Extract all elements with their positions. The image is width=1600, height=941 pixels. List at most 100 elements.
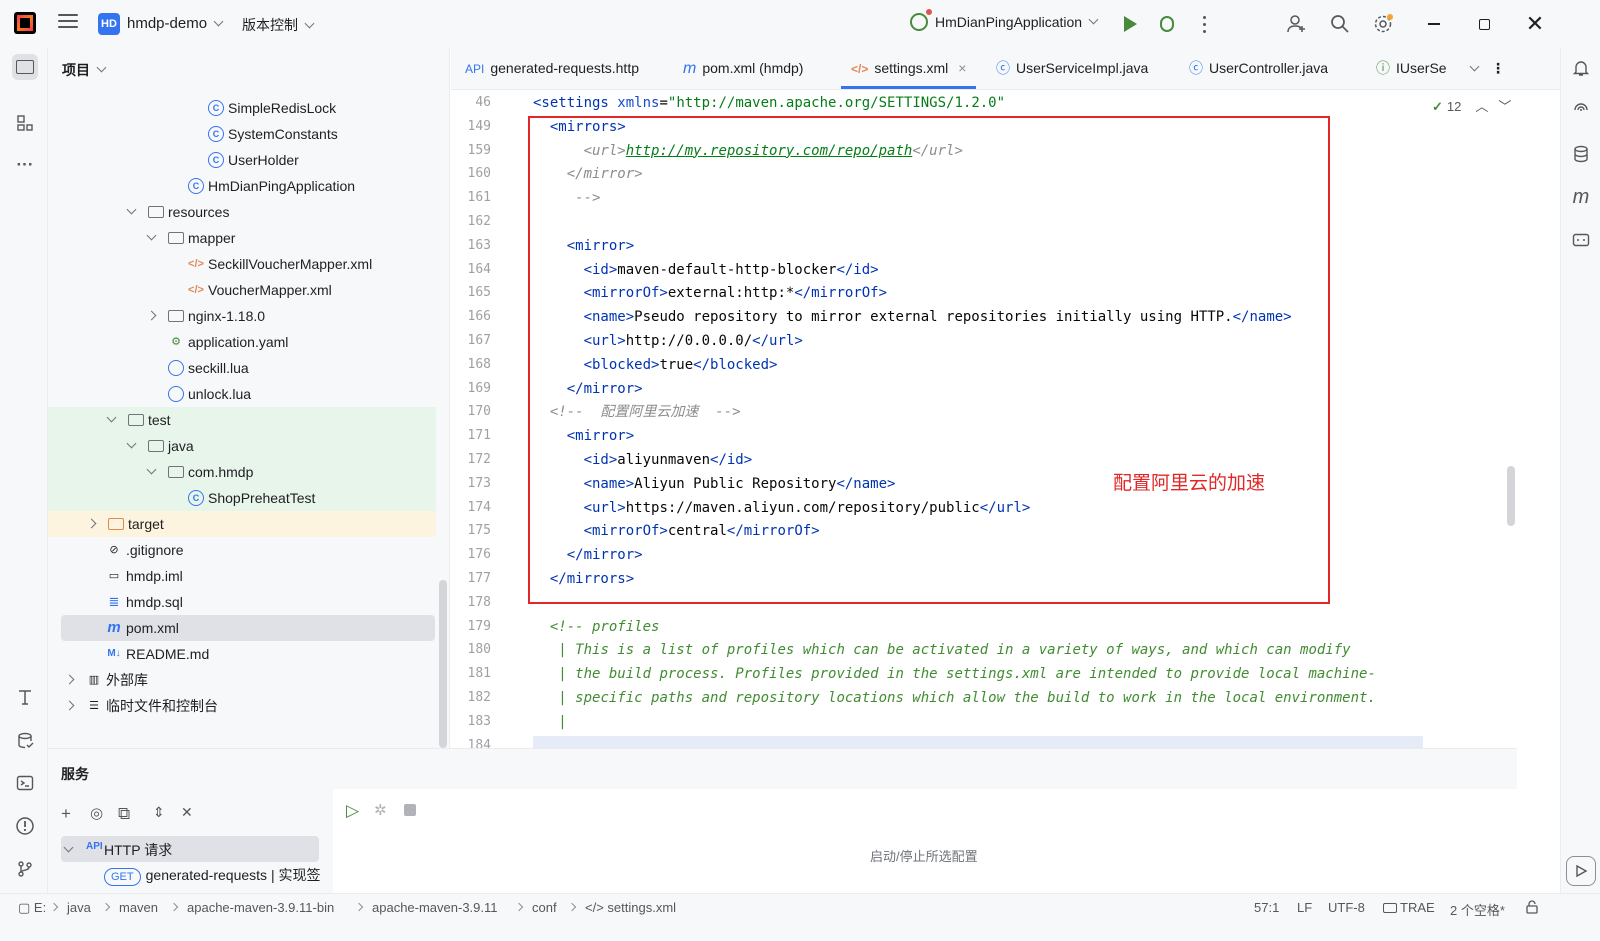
tree-item[interactable]: C SimpleRedisLock <box>48 95 436 121</box>
intellij-logo-icon[interactable] <box>14 12 36 34</box>
tree-item[interactable]: C SystemConstants <box>48 121 436 147</box>
tab-userserviceimpl[interactable]: ⓒ UserServiceImpl.java <box>996 48 1148 89</box>
file-encoding[interactable]: UTF-8 <box>1328 900 1365 915</box>
structure-tool-button[interactable] <box>12 110 38 136</box>
tab-iuserservice[interactable]: ⓘ IUserSe <box>1376 48 1447 89</box>
code-line[interactable]: <mirror> <box>533 424 634 448</box>
tree-item[interactable]: target <box>48 511 436 537</box>
code-line[interactable]: <mirrors> <box>533 115 626 139</box>
main-menu-icon[interactable] <box>58 14 78 32</box>
code-line[interactable]: <mirrorOf>central</mirrorOf> <box>533 519 820 543</box>
project-scrollbar[interactable] <box>439 580 447 748</box>
expand-all-icon[interactable]: ⇕ <box>153 804 165 821</box>
indent-setting[interactable]: 2 个空格* <box>1450 900 1505 919</box>
code-line[interactable]: <settings xmlns="http://maven.apache.org… <box>533 91 1005 115</box>
editor-scrollbar[interactable] <box>1507 466 1515 526</box>
database-icon[interactable] <box>1569 142 1593 166</box>
request-item[interactable]: GET generated-requests | 实现签 <box>104 865 333 891</box>
new-group-icon[interactable]: ⧉ <box>118 804 130 824</box>
code-line[interactable]: --> <box>533 186 600 210</box>
inspection-widget[interactable]: ✓ 12 ︿ ﹀ <box>1432 96 1511 115</box>
chevron-right-icon[interactable] <box>64 700 75 711</box>
maximize-button[interactable] <box>1472 12 1496 36</box>
search-icon[interactable] <box>1328 12 1352 36</box>
cursor-position[interactable]: 57:1 <box>1254 900 1279 915</box>
tree-item[interactable]: C HmDianPingApplication <box>48 173 436 199</box>
lock-icon[interactable] <box>1525 900 1539 917</box>
tree-item[interactable]: </> SeckillVoucherMapper.xml <box>48 251 436 277</box>
debug-button[interactable] <box>1155 12 1179 36</box>
code-line[interactable]: <!-- profiles <box>533 615 660 639</box>
tree-item[interactable]: test <box>48 407 436 433</box>
http-requests-group[interactable]: API HTTP 请求 <box>61 836 319 862</box>
run-button[interactable] <box>1118 12 1142 36</box>
text-tool-icon[interactable] <box>12 684 38 710</box>
close-tab-icon[interactable]: × <box>958 60 966 76</box>
add-user-icon[interactable] <box>1285 12 1309 36</box>
code-line[interactable]: <!-- 配置阿里云加速 --> <box>533 400 741 424</box>
chevron-down-icon[interactable] <box>106 412 117 423</box>
project-panel-header[interactable]: 项目 <box>48 48 449 92</box>
chevron-right-icon[interactable] <box>86 518 97 529</box>
code-line[interactable]: <url>http://my.repository.com/repo/path<… <box>533 139 963 163</box>
terminal-icon[interactable] <box>12 770 38 796</box>
tree-item[interactable]: ⚙ application.yaml <box>48 329 436 355</box>
code-line[interactable]: <blocked>true</blocked> <box>533 353 778 377</box>
tab-usercontroller[interactable]: ⓒ UserController.java <box>1189 48 1328 89</box>
plugin-widget[interactable]: TRAE <box>1383 900 1435 915</box>
tree-item[interactable]: mapper <box>48 225 436 251</box>
run-tool-icon[interactable] <box>1566 856 1596 886</box>
code-line[interactable]: <id>maven-default-http-blocker</id> <box>533 258 879 282</box>
chevron-down-icon[interactable] <box>126 204 137 215</box>
run-service-icon[interactable]: ▷ <box>346 801 359 821</box>
tab-list-dropdown[interactable] <box>1463 48 1480 89</box>
tree-item[interactable]: C ShopPreheatTest <box>48 485 436 511</box>
project-switcher[interactable]: hmdp-demo <box>127 15 224 32</box>
code-line[interactable]: </mirror> <box>533 377 643 401</box>
tree-item[interactable]: ▥ 外部库 <box>48 667 436 693</box>
tree-item[interactable]: m pom.xml <box>61 615 435 641</box>
project-badge[interactable]: HD <box>98 13 120 35</box>
code-line[interactable]: <url>http://0.0.0.0/</url> <box>533 329 803 353</box>
chevron-right-icon[interactable] <box>146 310 157 321</box>
tree-item[interactable]: ☰ 临时文件和控制台 <box>48 693 436 719</box>
code-line[interactable]: <name>Aliyun Public Repository</name> <box>533 472 896 496</box>
endpoints-icon[interactable] <box>1569 228 1593 252</box>
maven-tool-icon[interactable]: m <box>1569 185 1593 209</box>
code-line[interactable]: </mirrors> <box>533 567 634 591</box>
notifications-bell-icon[interactable] <box>1569 56 1593 80</box>
breadcrumb-item[interactable]: conf <box>532 900 557 915</box>
line-separator[interactable]: LF <box>1297 900 1312 915</box>
add-service-icon[interactable]: + <box>61 804 71 824</box>
ai-assistant-icon[interactable] <box>1569 98 1593 122</box>
code-editor[interactable]: 46 149 159 160 161 162 163 164 165 166 167 168 169 17… <box>451 90 1507 748</box>
tab-generated-requests[interactable]: API generated-requests.http <box>465 48 639 89</box>
vcs-menu[interactable]: 版本控制 <box>242 15 315 35</box>
tree-item[interactable]: ≣ hmdp.sql <box>48 589 436 615</box>
code-line[interactable]: | the build process. Profiles provided i… <box>533 662 1376 686</box>
tree-item[interactable]: M↓ README.md <box>48 641 436 667</box>
settings-gear-icon[interactable] <box>1371 12 1395 36</box>
chevron-down-icon[interactable] <box>126 438 137 449</box>
tab-pom-xml[interactable]: m pom.xml (hmdp) <box>683 48 803 89</box>
breadcrumb-item[interactable]: ▢ E: <box>18 900 46 916</box>
minimize-button[interactable] <box>1422 12 1446 36</box>
code-line[interactable]: | <box>533 710 566 734</box>
collapse-all-icon[interactable]: ✕ <box>181 804 193 821</box>
next-highlight-icon[interactable]: ﹀ <box>1498 99 1511 114</box>
breadcrumb-item[interactable]: apache-maven-3.9.11 <box>372 900 498 915</box>
code-line[interactable]: <mirrorOf>external:http:*</mirrorOf> <box>533 281 887 305</box>
database-tool-icon[interactable] <box>12 728 38 754</box>
breadcrumb-item[interactable]: </> settings.xml <box>585 900 676 915</box>
tree-item[interactable]: </> VoucherMapper.xml <box>48 277 436 303</box>
breadcrumb-item[interactable]: apache-maven-3.9.11-bin <box>187 900 334 915</box>
tree-item[interactable]: ⊘ .gitignore <box>48 537 436 563</box>
code-line[interactable]: </mirror> <box>533 162 643 186</box>
tree-item[interactable]: ▭ hmdp.iml <box>48 563 436 589</box>
more-actions-icon[interactable] <box>1192 12 1216 36</box>
run-config-selector[interactable]: HmDianPingApplication <box>910 9 1099 31</box>
tree-item[interactable]: nginx-1.18.0 <box>48 303 436 329</box>
view-eye-icon[interactable]: ◎ <box>90 804 103 822</box>
breadcrumb-item[interactable]: java <box>67 900 91 915</box>
chevron-down-icon[interactable] <box>146 230 157 241</box>
